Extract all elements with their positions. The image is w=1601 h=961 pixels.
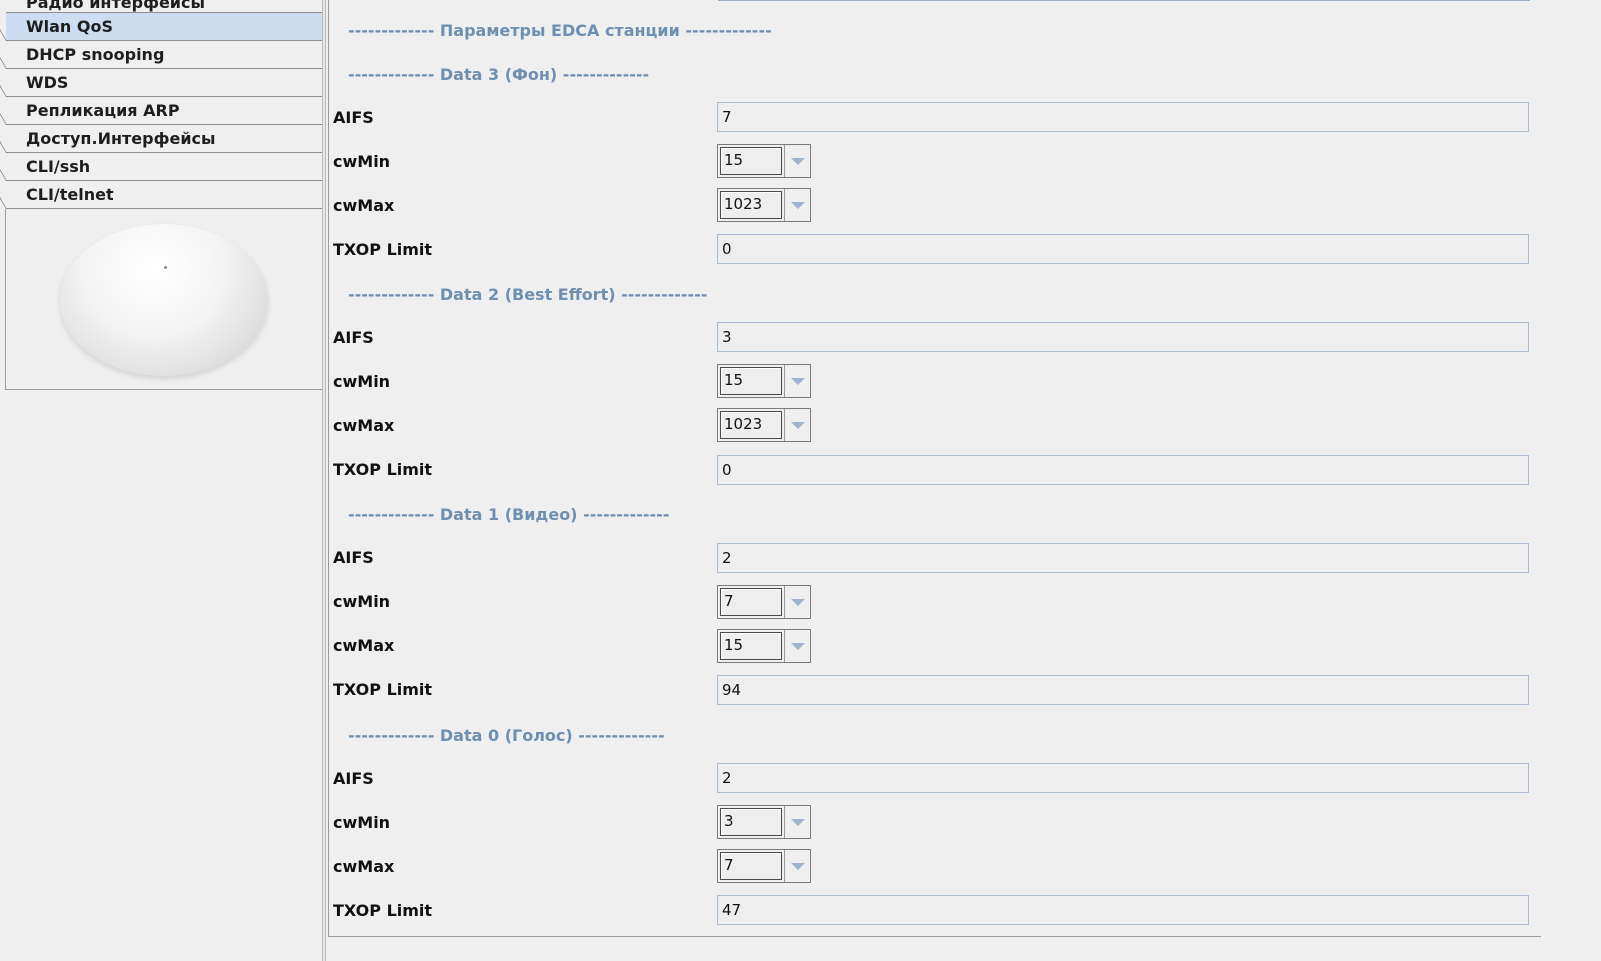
txop-field-data3[interactable]: 0 bbox=[717, 234, 1529, 264]
device-led-icon bbox=[164, 266, 167, 269]
dropdown-button[interactable] bbox=[784, 145, 810, 177]
edca-title: ------------- Параметры EDCA станции ---… bbox=[348, 21, 772, 40]
cwmax-select-data0[interactable]: 7 bbox=[717, 849, 811, 883]
txop-label: TXOP Limit bbox=[333, 680, 433, 699]
chevron-down-icon bbox=[791, 819, 805, 826]
aifs-field-data3[interactable]: 7 bbox=[717, 102, 1529, 132]
sidebar-item-radio-interfaces[interactable]: Радио интерфейсы bbox=[6, 0, 322, 13]
txop-field-data1[interactable]: 94 bbox=[717, 675, 1529, 705]
cwmin-select-data1[interactable]: 7 bbox=[717, 585, 811, 619]
txop-label: TXOP Limit bbox=[333, 901, 433, 920]
sidebar-item-label: WDS bbox=[26, 73, 69, 92]
dropdown-button[interactable] bbox=[784, 365, 810, 397]
chevron-down-icon bbox=[791, 202, 805, 209]
aifs-label: AIFS bbox=[333, 108, 374, 127]
txop-field-data0[interactable]: 47 bbox=[717, 895, 1529, 925]
txop-label: TXOP Limit bbox=[333, 460, 433, 479]
cwmax-value: 7 bbox=[720, 852, 782, 880]
aifs-label: AIFS bbox=[333, 769, 374, 788]
aifs-field-data0[interactable]: 2 bbox=[717, 763, 1529, 793]
dropdown-button[interactable] bbox=[784, 630, 810, 662]
section-header-data3: ------------- Data 3 (Фон) ------------- bbox=[348, 65, 650, 84]
cwmax-label: cwMax bbox=[333, 196, 395, 215]
cwmax-value: 1023 bbox=[720, 191, 782, 219]
txop-field-data2[interactable]: 0 bbox=[717, 455, 1529, 485]
cwmax-label: cwMax bbox=[333, 857, 395, 876]
cwmax-label: cwMax bbox=[333, 636, 395, 655]
cwmin-value: 15 bbox=[720, 367, 782, 395]
cwmin-label: cwMin bbox=[333, 592, 391, 611]
sidebar-item-label: Wlan QoS bbox=[26, 17, 114, 36]
cwmax-select-data3[interactable]: 1023 bbox=[717, 188, 811, 222]
cwmin-select-data0[interactable]: 3 bbox=[717, 805, 811, 839]
cwmin-select-data3[interactable]: 15 bbox=[717, 144, 811, 178]
device-image-panel bbox=[5, 209, 324, 390]
panel-splitter[interactable] bbox=[322, 0, 326, 961]
dropdown-button[interactable] bbox=[784, 850, 810, 882]
cwmin-value: 3 bbox=[720, 808, 782, 836]
chevron-down-icon bbox=[791, 378, 805, 385]
sidebar-item-wlan-qos[interactable]: Wlan QoS bbox=[6, 13, 322, 41]
cwmax-label: cwMax bbox=[333, 416, 395, 435]
edca-settings-panel: ------------- Параметры EDCA станции ---… bbox=[328, 0, 1601, 961]
cwmax-select-data2[interactable]: 1023 bbox=[717, 408, 811, 442]
access-point-image bbox=[60, 224, 268, 376]
cwmin-label: cwMin bbox=[333, 813, 391, 832]
dropdown-button[interactable] bbox=[784, 409, 810, 441]
section-header-data1: ------------- Data 1 (Видео) -----------… bbox=[348, 505, 670, 524]
cwmax-value: 1023 bbox=[720, 411, 782, 439]
sidebar-item-label: Радио интерфейсы bbox=[26, 0, 205, 12]
chevron-down-icon bbox=[791, 643, 805, 650]
previous-field-edge bbox=[718, 0, 1530, 1]
sidebar-item-label: DHCP snooping bbox=[26, 45, 165, 64]
section-header-data2: ------------- Data 2 (Best Effort) -----… bbox=[348, 285, 708, 304]
sidebar-item-label: Репликация ARP bbox=[26, 101, 180, 120]
sidebar: Радио интерфейсы Wlan QoS DHCP snooping … bbox=[0, 0, 330, 961]
dropdown-button[interactable] bbox=[784, 189, 810, 221]
dropdown-button[interactable] bbox=[784, 806, 810, 838]
sidebar-item-cli-telnet[interactable]: CLI/telnet bbox=[6, 181, 322, 209]
sidebar-item-arp-replication[interactable]: Репликация ARP bbox=[6, 97, 322, 125]
cwmax-value: 15 bbox=[720, 632, 782, 660]
sidebar-item-label: Доступ.Интерфейсы bbox=[26, 129, 216, 148]
chevron-down-icon bbox=[791, 422, 805, 429]
chevron-down-icon bbox=[791, 599, 805, 606]
aifs-field-data2[interactable]: 3 bbox=[717, 322, 1529, 352]
cwmin-value: 7 bbox=[720, 588, 782, 616]
sidebar-item-cli-ssh[interactable]: CLI/ssh bbox=[6, 153, 322, 181]
sidebar-item-label: CLI/telnet bbox=[26, 185, 114, 204]
sidebar-item-dhcp-snooping[interactable]: DHCP snooping bbox=[6, 41, 322, 69]
sidebar-item-wds[interactable]: WDS bbox=[6, 69, 322, 97]
sidebar-item-access-interfaces[interactable]: Доступ.Интерфейсы bbox=[6, 125, 322, 153]
cwmin-label: cwMin bbox=[333, 372, 391, 391]
cwmin-label: cwMin bbox=[333, 152, 391, 171]
sidebar-nav: Радио интерфейсы Wlan QoS DHCP snooping … bbox=[6, 0, 322, 209]
cwmax-select-data1[interactable]: 15 bbox=[717, 629, 811, 663]
aifs-label: AIFS bbox=[333, 548, 374, 567]
aifs-field-data1[interactable]: 2 bbox=[717, 543, 1529, 573]
cwmin-select-data2[interactable]: 15 bbox=[717, 364, 811, 398]
txop-label: TXOP Limit bbox=[333, 240, 433, 259]
chevron-down-icon bbox=[791, 158, 805, 165]
cwmin-value: 15 bbox=[720, 147, 782, 175]
sidebar-item-label: CLI/ssh bbox=[26, 157, 91, 176]
section-header-data0: ------------- Data 0 (Голос) -----------… bbox=[348, 726, 665, 745]
dropdown-button[interactable] bbox=[784, 586, 810, 618]
aifs-label: AIFS bbox=[333, 328, 374, 347]
chevron-down-icon bbox=[791, 863, 805, 870]
